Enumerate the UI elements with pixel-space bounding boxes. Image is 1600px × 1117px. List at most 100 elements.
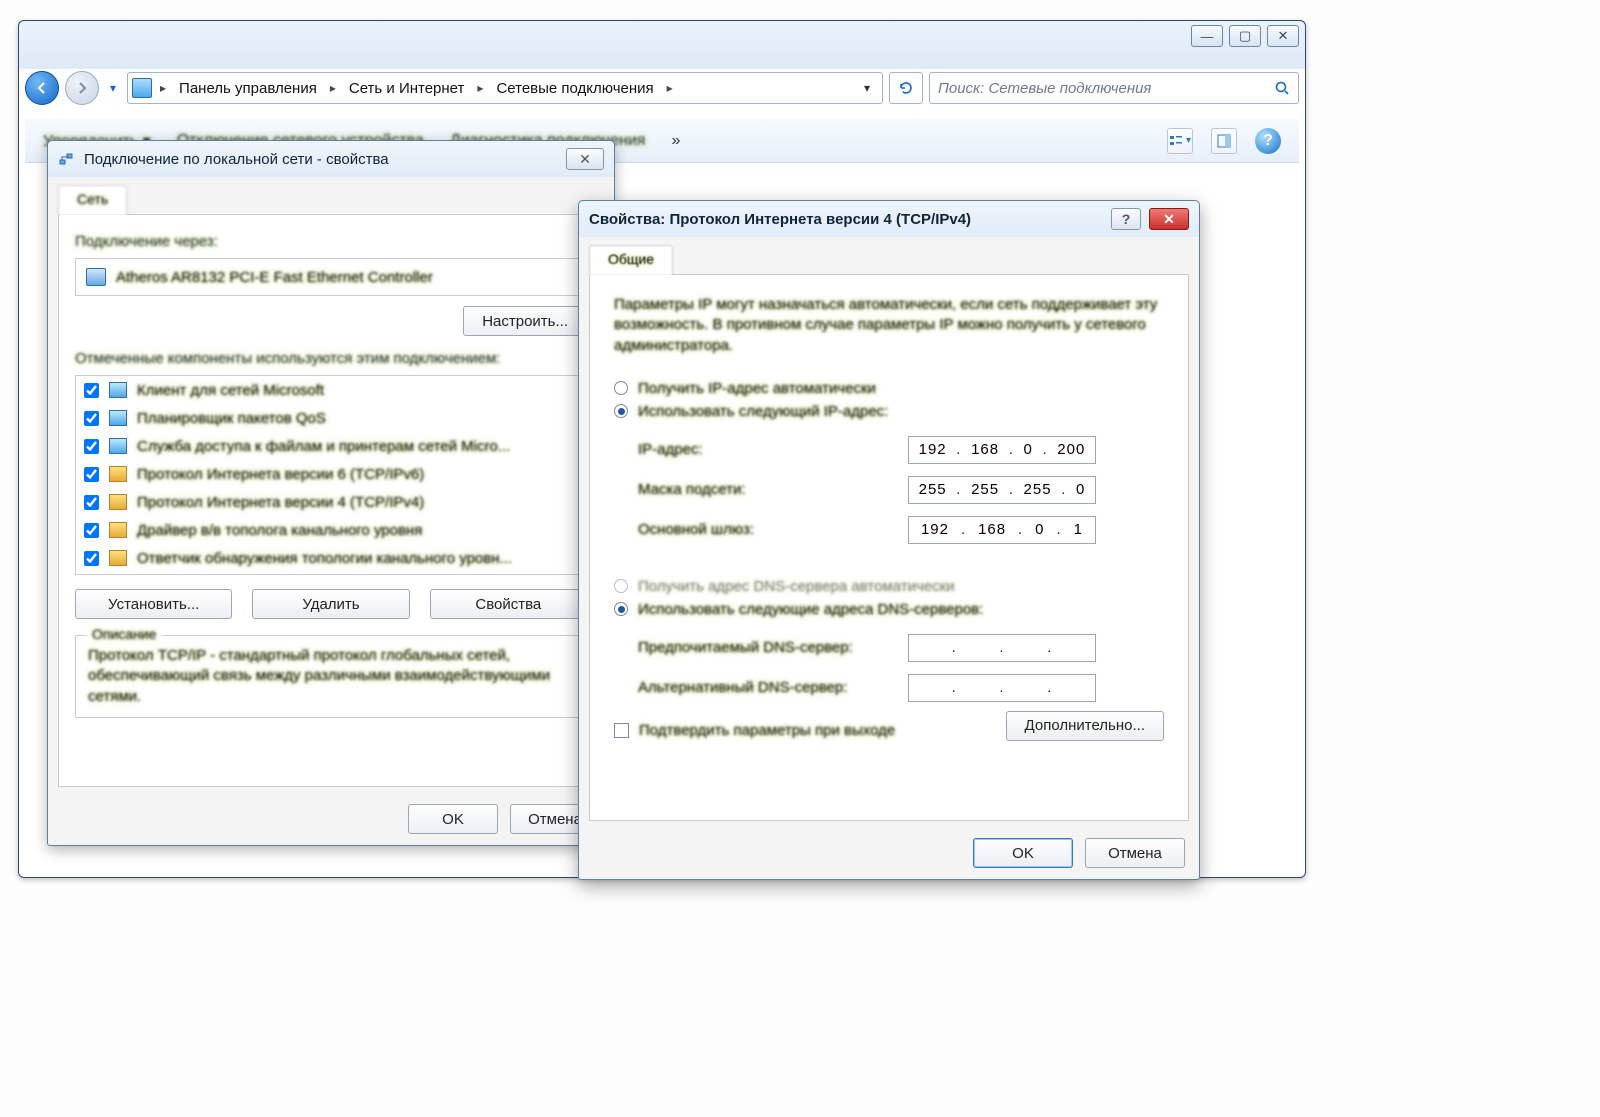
protocol-icon <box>109 550 127 566</box>
breadcrumb-item[interactable]: Сеть и Интернет <box>340 74 474 102</box>
ip-address-label: IP-адрес: <box>638 441 908 458</box>
radio-icon <box>614 579 628 593</box>
protocol-icon <box>109 522 127 538</box>
toolbar-overflow[interactable]: » <box>671 132 680 150</box>
client-icon <box>109 382 127 398</box>
dialog-close-button[interactable]: ✕ <box>566 148 604 170</box>
ok-button[interactable]: OK <box>408 804 498 834</box>
dialog-help-button[interactable]: ? <box>1111 208 1141 230</box>
advanced-button[interactable]: Дополнительно... <box>1006 711 1164 741</box>
adapter-name: Atheros AR8132 PCI-E Fast Ethernet Contr… <box>116 269 433 286</box>
configure-button[interactable]: Настроить... <box>463 306 587 336</box>
network-icon <box>58 151 74 167</box>
dns2-field[interactable]: . . . <box>908 674 1096 702</box>
radio-icon <box>614 404 628 418</box>
chevron-right-icon: ▸ <box>475 81 485 95</box>
list-item: Ответчик обнаружения топологии канальног… <box>76 544 586 572</box>
ipv4-properties-dialog: Свойства: Протокол Интернета версии 4 (T… <box>578 200 1200 880</box>
search-input[interactable]: Поиск: Сетевые подключения <box>929 72 1299 104</box>
validate-label: Подтвердить параметры при выходе <box>639 722 895 739</box>
tab-network[interactable]: Сеть <box>58 185 127 215</box>
component-checkbox[interactable] <box>84 467 99 482</box>
breadcrumb-item[interactable]: Панель управления <box>170 74 326 102</box>
components-label: Отмеченные компоненты используются этим … <box>75 350 587 367</box>
chevron-right-icon: ▸ <box>158 81 168 95</box>
service-icon <box>109 410 127 426</box>
validate-checkbox[interactable] <box>614 723 629 738</box>
window-controls: — ▢ ✕ <box>1191 25 1299 47</box>
description-groupbox: Описание Протокол TCP/IP - стандартный п… <box>75 635 587 718</box>
component-checkbox[interactable] <box>84 523 99 538</box>
dialog-footer: OK Отмена <box>579 827 1199 879</box>
dialog-body: Параметры IP могут назначаться автоматич… <box>589 275 1189 821</box>
uninstall-button[interactable]: Удалить <box>252 589 409 619</box>
install-button[interactable]: Установить... <box>75 589 232 619</box>
list-item: Протокол Интернета версии 6 (TCP/IPv6) <box>76 460 586 488</box>
subnet-mask-field[interactable]: 255. 255. 255. 0 <box>908 476 1096 504</box>
dialog-title: Свойства: Протокол Интернета версии 4 (T… <box>589 211 971 228</box>
close-button[interactable]: ✕ <box>1267 25 1299 47</box>
radio-icon <box>614 602 628 616</box>
maximize-button[interactable]: ▢ <box>1229 25 1261 47</box>
component-checkbox[interactable] <box>84 383 99 398</box>
dialog-close-button[interactable]: ✕ <box>1149 208 1189 230</box>
radio-icon <box>614 381 628 395</box>
chevron-right-icon: ▸ <box>328 81 338 95</box>
component-checkbox[interactable] <box>84 411 99 426</box>
dialog-titlebar[interactable]: Подключение по локальной сети - свойства… <box>48 141 614 177</box>
description-text: Протокол TCP/IP - стандартный протокол г… <box>88 646 574 707</box>
dialog-title: Подключение по локальной сети - свойства <box>84 151 389 168</box>
service-icon <box>109 438 127 454</box>
breadcrumb-item[interactable]: Сетевые подключения <box>487 74 662 102</box>
connection-properties-dialog: Подключение по локальной сети - свойства… <box>47 140 615 846</box>
component-checkbox[interactable] <box>84 439 99 454</box>
subnet-mask-label: Маска подсети: <box>638 481 908 498</box>
help-button[interactable]: ? <box>1255 128 1281 154</box>
ip-address-field[interactable]: 192. 168. 0. 200 <box>908 436 1096 464</box>
nav-history-dropdown[interactable]: ▾ <box>105 80 121 96</box>
refresh-button[interactable] <box>889 72 923 104</box>
cancel-button[interactable]: Отмена <box>1085 838 1185 868</box>
search-icon <box>1274 80 1290 96</box>
tab-general[interactable]: Общие <box>589 245 673 275</box>
info-text: Параметры IP могут назначаться автоматич… <box>614 295 1164 356</box>
dialog-titlebar[interactable]: Свойства: Протокол Интернета версии 4 (T… <box>579 201 1199 237</box>
nav-forward-button[interactable] <box>65 71 99 105</box>
pane-icon <box>1217 134 1231 148</box>
components-list[interactable]: Клиент для сетей Microsoft Планировщик п… <box>75 375 587 575</box>
properties-button[interactable]: Свойства <box>430 589 587 619</box>
adapter-icon <box>86 268 106 286</box>
tab-strip: Общие <box>589 245 1189 275</box>
protocol-icon <box>109 494 127 510</box>
list-item: Протокол Интернета версии 4 (TCP/IPv4) <box>76 488 586 516</box>
dns1-field[interactable]: . . . <box>908 634 1096 662</box>
adapter-field[interactable]: Atheros AR8132 PCI-E Fast Ethernet Contr… <box>75 258 587 296</box>
radio-auto-dns: Получить адрес DNS-сервера автоматически <box>614 578 1164 595</box>
connect-using-label: Подключение через: <box>75 233 587 250</box>
dns2-label: Альтернативный DNS-сервер: <box>638 679 908 696</box>
nav-row: ▾ ▸ Панель управления ▸ Сеть и Интернет … <box>25 69 1299 107</box>
minimize-button[interactable]: — <box>1191 25 1223 47</box>
component-checkbox[interactable] <box>84 551 99 566</box>
view-options-button[interactable]: ▾ <box>1167 128 1193 154</box>
view-icon <box>1169 134 1183 148</box>
list-item: Клиент для сетей Microsoft <box>76 376 586 404</box>
arrow-right-icon <box>75 81 89 95</box>
radio-static-dns[interactable]: Использовать следующие адреса DNS-сервер… <box>614 601 1164 618</box>
breadcrumb-dropdown[interactable]: ▾ <box>856 81 878 95</box>
component-checkbox[interactable] <box>84 495 99 510</box>
description-legend: Описание <box>86 626 162 642</box>
nav-back-button[interactable] <box>25 71 59 105</box>
list-item: Планировщик пакетов QoS <box>76 404 586 432</box>
protocol-icon <box>109 466 127 482</box>
radio-static-ip[interactable]: Использовать следующий IP-адрес: <box>614 403 1164 420</box>
gateway-field[interactable]: 192. 168. 0. 1 <box>908 516 1096 544</box>
preview-pane-button[interactable] <box>1211 128 1237 154</box>
search-placeholder: Поиск: Сетевые подключения <box>938 80 1151 97</box>
ok-button[interactable]: OK <box>973 838 1073 868</box>
radio-auto-ip[interactable]: Получить IP-адрес автоматически <box>614 380 1164 397</box>
arrow-left-icon <box>35 81 49 95</box>
chevron-right-icon: ▸ <box>665 81 675 95</box>
breadcrumb[interactable]: ▸ Панель управления ▸ Сеть и Интернет ▸ … <box>127 72 883 104</box>
location-icon <box>132 78 152 98</box>
